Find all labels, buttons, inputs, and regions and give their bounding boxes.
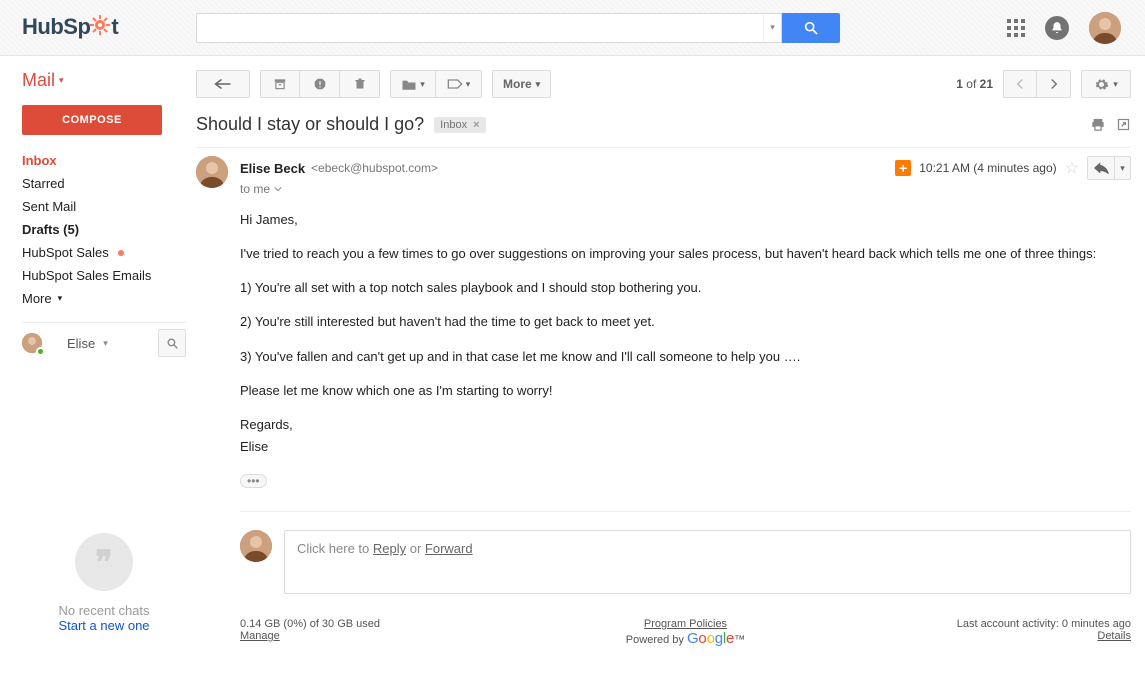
mail-dropdown[interactable]: Mail▾ — [22, 70, 186, 91]
search-bar: ▾ — [196, 13, 840, 43]
sidebar-item-sent[interactable]: Sent Mail — [22, 195, 186, 218]
gear-icon — [1094, 77, 1109, 92]
sidebar-more[interactable]: More ▾ — [22, 287, 186, 310]
star-button[interactable]: ☆ — [1065, 158, 1079, 178]
open-in-new-icon — [1116, 117, 1131, 132]
my-avatar — [240, 530, 272, 562]
remove-label-icon[interactable]: × — [473, 119, 479, 131]
details-link[interactable]: Details — [1097, 630, 1131, 642]
archive-icon — [273, 77, 287, 91]
brand-label: HubSpot HubSpt — [22, 14, 118, 41]
sidebar-item-inbox[interactable]: Inbox — [22, 149, 186, 172]
hangouts-search-button[interactable] — [158, 329, 186, 357]
brand-logo[interactable]: HubSpot HubSpt — [0, 14, 196, 41]
main-content: ▾ ▾ More ▾ 1 of 21 ▾ Should I stay or sh… — [196, 56, 1145, 667]
sender-email: <ebeck@hubspot.com> — [311, 161, 438, 175]
search-options-dropdown[interactable]: ▾ — [763, 14, 781, 42]
print-button[interactable] — [1090, 117, 1106, 132]
older-button[interactable] — [1003, 70, 1037, 98]
subject: Should I stay or should I go? — [196, 114, 424, 135]
notifications-icon[interactable] — [1045, 16, 1069, 40]
sender-avatar[interactable] — [196, 156, 228, 188]
spam-icon — [313, 77, 327, 91]
reply-menu-button[interactable]: ▾ — [1114, 157, 1130, 179]
reply-field[interactable]: Click here to Reply or Forward — [284, 530, 1131, 594]
archive-button[interactable] — [260, 70, 300, 98]
message-body: Hi James, I've tried to reach you a few … — [240, 196, 1131, 491]
recipients-row[interactable]: to me — [240, 182, 1131, 196]
reply-icon — [1094, 162, 1109, 174]
more-button[interactable]: More ▾ — [492, 70, 551, 98]
pager-text: 1 of 21 — [956, 77, 993, 91]
search-button[interactable] — [782, 13, 840, 43]
hangouts-empty-text: No recent chats — [22, 603, 186, 618]
sidebar-item-hubspot-sales-emails[interactable]: HubSpot Sales Emails — [22, 264, 186, 287]
sidebar-item-drafts[interactable]: Drafts (5) — [22, 218, 186, 241]
apps-icon[interactable] — [1007, 19, 1025, 37]
forward-link[interactable]: Forward — [425, 541, 473, 556]
hangouts-quote-icon: ❞ — [75, 533, 133, 591]
back-button[interactable] — [196, 70, 250, 98]
sidebar-item-hubspot-sales[interactable]: HubSpot Sales — [22, 241, 186, 264]
search-input[interactable] — [197, 14, 763, 42]
print-icon — [1090, 117, 1106, 132]
chevron-left-icon — [1016, 78, 1024, 90]
reply-button[interactable] — [1088, 157, 1114, 179]
chevron-down-icon — [274, 186, 282, 192]
labels-button[interactable]: ▾ — [436, 70, 482, 98]
sidebar: Mail▾ COMPOSE Inbox Starred Sent Mail Dr… — [0, 56, 196, 667]
label-icon — [447, 78, 463, 90]
hangouts-start-link[interactable]: Start a new one — [58, 618, 149, 633]
toolbar: ▾ ▾ More ▾ 1 of 21 ▾ — [196, 56, 1131, 112]
manage-storage-link[interactable]: Manage — [240, 630, 280, 642]
newer-button[interactable] — [1037, 70, 1071, 98]
reply-area: Click here to Reply or Forward — [240, 511, 1131, 594]
storage-text: 0.14 GB (0%) of 30 GB used — [240, 618, 537, 630]
search-icon — [166, 337, 179, 350]
label-chip-inbox[interactable]: Inbox× — [434, 117, 485, 133]
hangouts-presence[interactable]: Elise ▾ — [22, 322, 186, 363]
account-avatar[interactable] — [1089, 12, 1121, 44]
last-activity-text: Last account activity: 0 minutes ago — [834, 618, 1131, 630]
delete-button[interactable] — [340, 70, 380, 98]
search-icon — [803, 20, 819, 36]
sprocket-icon — [115, 247, 127, 259]
open-in-new-button[interactable] — [1116, 117, 1131, 132]
presence-name: Elise — [67, 336, 95, 351]
hubspot-badge-icon[interactable]: + — [895, 160, 911, 176]
google-logo: Google — [687, 630, 734, 647]
sender-name[interactable]: Elise Beck — [240, 161, 305, 176]
sidebar-item-starred[interactable]: Starred — [22, 172, 186, 195]
compose-button[interactable]: COMPOSE — [22, 105, 162, 135]
message: Elise Beck <ebeck@hubspot.com> + 10:21 A… — [196, 147, 1131, 647]
settings-button[interactable]: ▾ — [1081, 70, 1131, 98]
move-to-button[interactable]: ▾ — [390, 70, 436, 98]
program-policies-link[interactable]: Program Policies — [644, 618, 727, 630]
chevron-right-icon — [1050, 78, 1058, 90]
header: HubSpot HubSpt ▾ — [0, 0, 1145, 56]
powered-by: Powered by Google™ — [626, 634, 745, 646]
presence-online-icon — [36, 347, 45, 356]
trash-icon — [354, 77, 366, 91]
timestamp: 10:21 AM (4 minutes ago) — [919, 161, 1056, 175]
sprocket-icon — [90, 15, 110, 35]
spam-button[interactable] — [300, 70, 340, 98]
footer: 0.14 GB (0%) of 30 GB used Manage Progra… — [240, 618, 1131, 647]
back-arrow-icon — [214, 77, 232, 91]
hangouts-empty-state: ❞ No recent chats Start a new one — [22, 363, 186, 633]
folder-icon — [401, 78, 417, 91]
show-trimmed-button[interactable]: ••• — [240, 474, 267, 488]
reply-link[interactable]: Reply — [373, 541, 406, 556]
